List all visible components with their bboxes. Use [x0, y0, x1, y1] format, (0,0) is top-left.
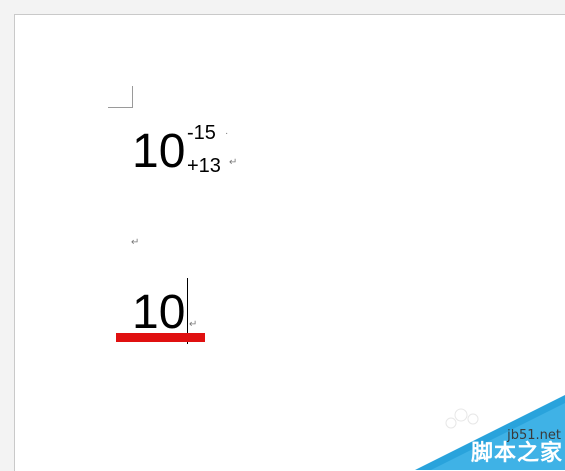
- expression1-base: 10: [132, 125, 186, 178]
- watermark: jb51.net 脚本之家: [415, 395, 565, 470]
- space-mark: ·: [225, 128, 229, 139]
- watermark-brand: 脚本之家: [470, 441, 563, 466]
- margin-corner-mark: [108, 86, 133, 108]
- expression2-base: 10: [132, 286, 186, 339]
- paragraph-mark-empty: ↵: [131, 237, 140, 248]
- paragraph-mark-2: ↵: [189, 319, 198, 330]
- expression1-subscript: +13: [187, 155, 221, 177]
- paragraph-mark: ↵: [229, 157, 238, 168]
- expression1-superscript: -15: [187, 122, 216, 144]
- red-highlight-underline: [116, 333, 205, 342]
- watermark-decoration-icon: [445, 408, 479, 429]
